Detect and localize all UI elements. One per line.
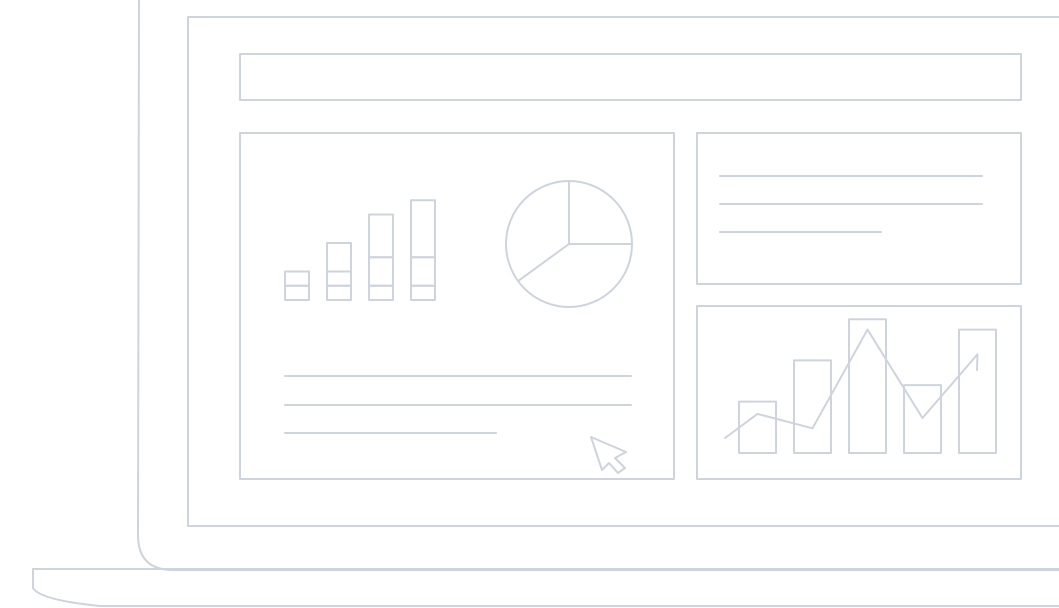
bar-line-card — [696, 305, 1022, 480]
chart-card — [239, 132, 675, 480]
laptop-screen — [187, 16, 1059, 527]
bar — [738, 400, 777, 455]
laptop-dashboard-illustration — [32, 0, 1059, 607]
stacked-bar-segment — [368, 213, 394, 259]
stacked-bar-segment — [326, 284, 352, 301]
laptop-base — [32, 568, 1059, 607]
stacked-bar-segment — [284, 284, 310, 301]
stacked-bar-segment — [368, 256, 394, 287]
stacked-bar-segment — [410, 284, 436, 301]
cursor-icon — [590, 436, 627, 474]
series-line — [724, 328, 979, 439]
bar — [848, 318, 887, 454]
text-card-frame — [696, 132, 1022, 285]
chart-card-frame — [239, 132, 675, 480]
pie-slice — [517, 243, 570, 283]
stacked-bar-segment — [410, 199, 436, 259]
bar — [903, 384, 942, 454]
stacked-bar-segment — [326, 270, 352, 287]
bar — [958, 328, 997, 455]
dashboard — [239, 53, 1022, 480]
stacked-bar-segment — [410, 256, 436, 287]
text-card — [696, 132, 1022, 285]
stacked-bar-segment — [284, 270, 310, 287]
pie-chart-icon — [505, 180, 633, 308]
bar-line-chart-icon — [724, 318, 997, 455]
header-bar — [239, 53, 1022, 101]
text-placeholder-lines — [284, 375, 632, 434]
stacked-bar-segment — [326, 242, 352, 273]
stacked-bar-chart-icon — [284, 199, 436, 301]
stacked-bar-segment — [368, 284, 394, 301]
